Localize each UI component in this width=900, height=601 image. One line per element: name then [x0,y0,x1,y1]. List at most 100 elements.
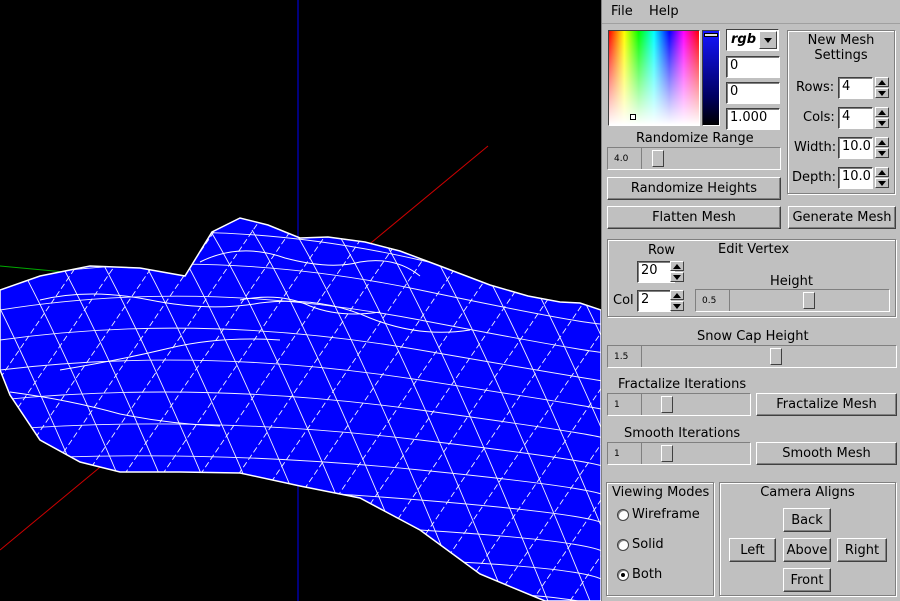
color-field-2[interactable]: 0 [726,82,780,104]
radio-both[interactable] [617,569,629,581]
radio-solid-label[interactable]: Solid [632,537,664,552]
fractalize-knob[interactable] [661,396,673,413]
chevron-up-icon [878,109,886,115]
camera-back-button[interactable]: Back [783,508,831,532]
row-decrement-button[interactable] [670,272,684,282]
depth-increment-button[interactable] [875,167,889,177]
new-mesh-title-1: New Mesh [807,33,875,48]
chevron-down-icon [878,180,886,186]
value-slider[interactable] [702,30,720,126]
fractalize-label: Fractalize Iterations [618,377,747,392]
width-increment-button[interactable] [875,137,889,147]
hue-saturation-picker[interactable] [608,30,700,126]
radio-wireframe-label[interactable]: Wireframe [632,507,700,522]
rows-decrement-button[interactable] [875,88,889,98]
col-field[interactable]: 2 [637,290,671,312]
snow-cap-knob[interactable] [770,348,782,365]
chevron-up-icon [878,169,886,175]
menubar: File Help [602,0,900,24]
color-field-3[interactable]: 1.000 [726,108,780,130]
row-increment-button[interactable] [670,261,684,271]
camera-right-button[interactable]: Right [837,538,887,562]
color-field-1[interactable]: 0 [726,56,780,78]
snow-cap-slider[interactable]: 1.5 [607,345,897,368]
camera-aligns-title: Camera Aligns [760,485,855,500]
chevron-up-icon [673,292,681,298]
row-label: Row [648,243,676,258]
depth-label: Depth: [792,170,836,185]
rows-stepper[interactable] [875,77,889,99]
generate-mesh-button[interactable]: Generate Mesh [788,206,896,229]
chevron-down-icon [673,303,681,309]
width-decrement-button[interactable] [875,148,889,158]
terrain-scene [0,0,601,601]
cols-stepper[interactable] [875,107,889,129]
terrain-mesh [0,217,601,601]
depth-stepper[interactable] [875,167,889,189]
flatten-mesh-button[interactable]: Flatten Mesh [607,206,781,229]
radio-solid[interactable] [617,539,629,551]
color-mode-value: rgb [731,32,757,47]
smooth-mesh-button[interactable]: Smooth Mesh [756,442,897,465]
smooth-knob[interactable] [661,445,673,462]
smooth-label: Smooth Iterations [624,426,741,441]
fractalize-value: 1 [614,399,620,410]
vertex-height-knob[interactable] [803,292,815,309]
cols-increment-button[interactable] [875,107,889,117]
width-label: Width: [794,140,837,155]
depth-decrement-button[interactable] [875,178,889,188]
rows-increment-button[interactable] [875,77,889,87]
chevron-up-icon [673,263,681,269]
chevron-down-icon [878,150,886,156]
col-increment-button[interactable] [670,290,684,300]
camera-left-button[interactable]: Left [729,538,776,562]
menu-help[interactable]: Help [649,4,679,19]
chevron-up-icon [878,139,886,145]
vertex-height-slider[interactable]: 0.5 [695,289,890,312]
row-stepper[interactable] [670,261,684,283]
cols-field[interactable]: 4 [838,107,873,129]
rows-label: Rows: [796,80,835,95]
snow-cap-label: Snow Cap Height [697,329,809,344]
chevron-down-icon [878,90,886,96]
color-mode-dropdown[interactable]: rgb [726,29,779,51]
smooth-slider[interactable]: 1 [607,442,751,465]
rows-field[interactable]: 4 [838,77,873,99]
cols-decrement-button[interactable] [875,118,889,128]
width-stepper[interactable] [875,137,889,159]
chevron-down-icon [878,120,886,126]
width-field[interactable]: 10.0 [838,137,873,159]
depth-field[interactable]: 10.0 [838,167,873,189]
col-label: Col [613,293,634,308]
camera-above-button[interactable]: Above [783,538,831,562]
chevron-down-icon [764,37,772,43]
camera-front-button[interactable]: Front [783,568,831,592]
chevron-up-icon [878,79,886,85]
vertex-height-value: 0.5 [702,295,717,306]
value-slider-marker[interactable] [704,33,718,37]
smooth-value: 1 [614,448,620,459]
radio-wireframe[interactable] [617,509,629,521]
hue-saturation-marker[interactable] [630,114,636,120]
chevron-down-icon [673,274,681,280]
dropdown-arrow-button[interactable] [759,31,777,49]
new-mesh-title-2: Settings [814,48,868,63]
cols-label: Cols: [803,110,835,125]
col-stepper[interactable] [670,290,684,312]
randomize-range-label: Randomize Range [636,131,754,146]
edit-vertex-title: Edit Vertex [718,242,790,257]
viewing-modes-title: Viewing Modes [612,485,710,500]
control-panel: File Help rgb 0 0 1.000 Randomize Range … [601,0,900,601]
randomize-range-slider[interactable]: 4.0 [607,147,781,170]
terrain-viewport[interactable] [0,0,601,601]
randomize-heights-button[interactable]: Randomize Heights [607,177,781,200]
menu-file[interactable]: File [611,4,633,19]
fractalize-mesh-button[interactable]: Fractalize Mesh [756,393,897,416]
radio-both-label[interactable]: Both [632,567,662,582]
randomize-range-knob[interactable] [652,150,664,167]
randomize-range-value: 4.0 [614,153,629,164]
snow-cap-value: 1.5 [614,351,629,362]
height-label: Height [770,274,813,289]
col-decrement-button[interactable] [670,301,684,311]
fractalize-slider[interactable]: 1 [607,393,751,416]
